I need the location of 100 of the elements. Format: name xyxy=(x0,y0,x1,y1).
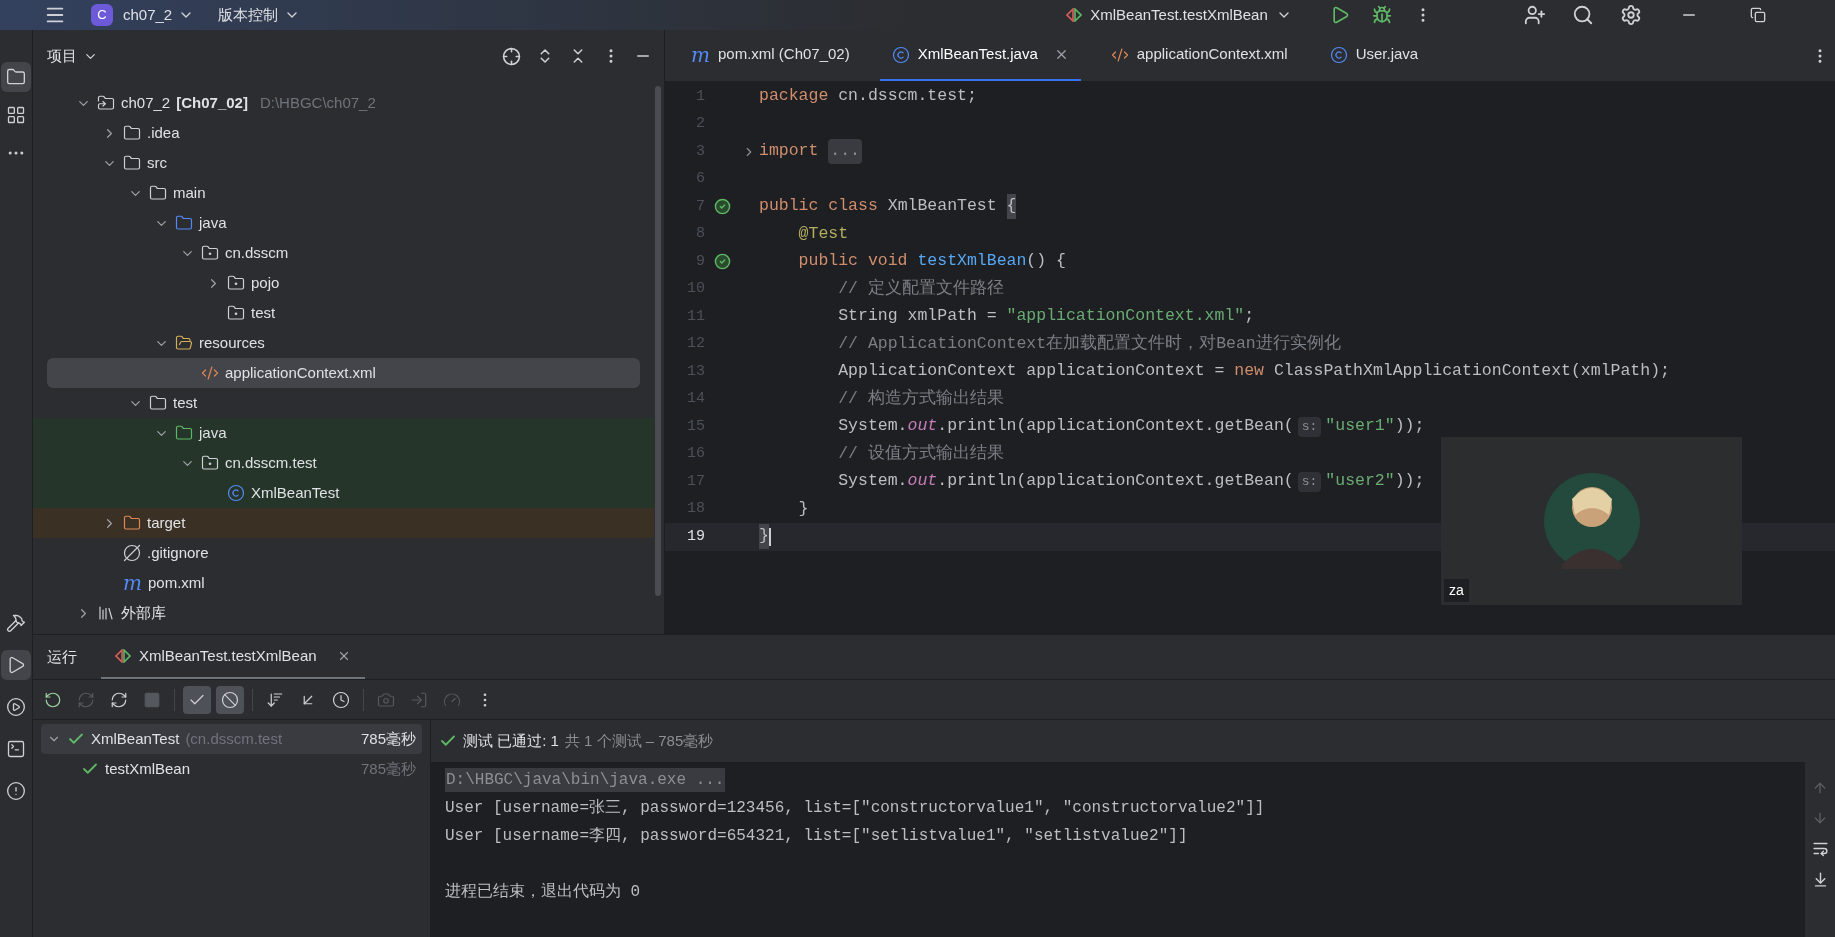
test-item[interactable]: XmlBeanTest (cn.dsscm.test 785毫秒 xyxy=(41,724,422,754)
soft-wrap-icon[interactable] xyxy=(1811,840,1829,857)
tree-item[interactable]: resources xyxy=(33,328,654,358)
keyword: public class xyxy=(759,195,879,218)
annotation: @Test xyxy=(797,222,849,245)
auto-rerun-icon[interactable] xyxy=(110,690,128,709)
run-configuration[interactable]: XmlBeanTest.testXmlBean xyxy=(1090,3,1268,27)
maven-icon: m xyxy=(123,573,142,593)
folder-icon xyxy=(149,184,167,202)
tree-item[interactable]: java xyxy=(33,208,654,238)
item-label: cn.dsscm xyxy=(225,242,289,263)
history-icon[interactable] xyxy=(332,690,350,709)
rerun-icon[interactable] xyxy=(44,690,62,709)
run-tab[interactable]: XmlBeanTest.testXmlBean xyxy=(101,635,365,679)
console-line: User [username=李四, password=654321, list=["setlistvalue1", "setlistvalue2"]] xyxy=(445,826,1188,847)
test-duration: 785毫秒 xyxy=(360,728,416,749)
folder-icon xyxy=(175,214,193,232)
package-icon xyxy=(227,274,245,292)
tree-item[interactable]: .idea xyxy=(33,118,654,148)
tree-item[interactable]: pojo xyxy=(33,268,654,298)
tree-item[interactable]: .gitignore xyxy=(33,538,654,568)
tree-item[interactable]: 外部库 xyxy=(33,598,654,628)
run-test-icon[interactable] xyxy=(713,253,731,271)
console-line: 进程已结束，退出代码为 0 xyxy=(445,882,641,903)
settings-icon[interactable] xyxy=(1619,4,1642,26)
code-text: System. xyxy=(837,470,908,493)
editor-tab[interactable]: m pom.xml (Ch07_02) xyxy=(679,30,862,81)
toolbar-button[interactable] xyxy=(216,685,244,714)
keyword: public void xyxy=(797,250,909,273)
module-name: [Ch07_02] xyxy=(176,92,248,113)
item-label: test xyxy=(173,392,198,413)
test-package: (cn.dsscm.test xyxy=(185,728,283,749)
item-label: java xyxy=(199,422,227,443)
add-user-icon[interactable] xyxy=(1523,4,1546,26)
vcs-menu[interactable]: 版本控制 xyxy=(218,3,279,27)
ignored-icon[interactable] xyxy=(221,690,239,709)
scrollbar[interactable] xyxy=(655,86,661,596)
tree-item[interactable]: main xyxy=(33,178,654,208)
sort-icon[interactable] xyxy=(266,690,284,709)
test-name: XmlBeanTest xyxy=(91,728,180,749)
code-text: () { xyxy=(1026,250,1066,273)
tree-item[interactable]: applicationContext.xml xyxy=(47,358,640,388)
item-label: target xyxy=(147,512,186,533)
code-text: )); xyxy=(1394,470,1425,493)
item-label: main xyxy=(173,182,206,203)
tree-item[interactable]: ch07_2 [Ch07_02] D:\HBGC\ch07_2 xyxy=(33,88,654,118)
code-text: XmlBeanTest xyxy=(887,195,998,218)
tree-item[interactable]: java xyxy=(33,418,654,448)
code-text: String xmlPath = xyxy=(837,305,998,328)
parameter-hint: s: xyxy=(1297,417,1322,437)
code-text: .println(applicationContext.getBean( xyxy=(937,415,1294,438)
search-icon[interactable] xyxy=(1571,4,1594,26)
tab-label: User.java xyxy=(1355,44,1419,65)
xml-file-icon xyxy=(201,364,219,382)
panel-title[interactable]: 项目 xyxy=(47,44,77,68)
item-label: cn.dsscm.test xyxy=(225,452,317,473)
code-text: ClassPathXmlApplicationContext(xmlPath); xyxy=(1273,360,1670,383)
tree-item[interactable]: test xyxy=(33,388,654,418)
keyword: package xyxy=(759,85,830,108)
test-result: 测试 已通过: 1 xyxy=(463,730,559,751)
tree-item[interactable]: m pom.xml xyxy=(33,568,654,598)
string-literal: "user1" xyxy=(1325,415,1395,438)
string-literal: "user2" xyxy=(1325,470,1395,493)
ignore-file-icon xyxy=(123,544,141,562)
tab-label: pom.xml (Ch07_02) xyxy=(717,44,850,65)
editor-tab[interactable]: XmlBeanTest.java xyxy=(879,30,1081,81)
code-text: ApplicationContext applicationContext = xyxy=(837,360,1226,383)
package-icon xyxy=(227,304,245,322)
locate-icon[interactable] xyxy=(502,46,521,66)
keyword: new xyxy=(1234,360,1265,383)
run-test-icon[interactable] xyxy=(713,198,731,216)
item-label: src xyxy=(147,152,167,173)
code-text: System. xyxy=(837,415,908,438)
test-name: testXmlBean xyxy=(105,758,191,779)
code-text: ; xyxy=(1244,305,1255,328)
folder-icon xyxy=(123,124,141,142)
item-label: XmlBeanTest xyxy=(251,482,340,503)
restore-icon[interactable] xyxy=(1749,7,1766,23)
test-item[interactable]: testXmlBean 785毫秒 xyxy=(41,754,422,784)
keyword: import xyxy=(759,140,820,163)
editor-tab[interactable]: applicationContext.xml xyxy=(1098,30,1300,81)
folder-icon xyxy=(175,424,193,442)
editor-tab[interactable]: User.java xyxy=(1317,30,1431,81)
class-icon xyxy=(891,45,910,64)
brace: { xyxy=(1006,194,1017,220)
item-label: java xyxy=(199,212,227,233)
maven-icon: m xyxy=(691,44,710,65)
tree-item[interactable]: target xyxy=(33,508,654,538)
tab-label: XmlBeanTest.java xyxy=(917,44,1038,65)
package-icon xyxy=(201,454,219,472)
toolbar-button[interactable] xyxy=(183,685,211,714)
tree-item[interactable]: test xyxy=(33,298,654,328)
project-name[interactable]: ch07_2 xyxy=(123,3,173,27)
tree-item[interactable]: cn.dsscm xyxy=(33,238,654,268)
tree-item[interactable]: cn.dsscm.test xyxy=(33,448,654,478)
tree-item[interactable]: XmlBeanTest xyxy=(33,478,654,508)
debug-icon[interactable] xyxy=(1371,5,1392,25)
code-text: )); xyxy=(1394,415,1425,438)
item-label: .gitignore xyxy=(147,542,209,563)
tree-item[interactable]: src xyxy=(33,148,654,178)
